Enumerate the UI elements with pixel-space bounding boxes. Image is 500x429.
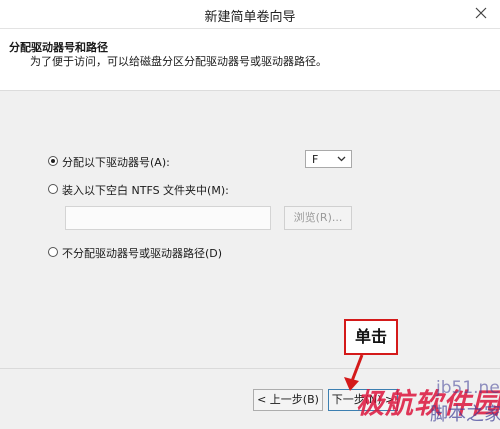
footer-divider	[0, 368, 500, 369]
mount-folder-label[interactable]: 装入以下空白 NTFS 文件夹中(M):	[62, 182, 229, 198]
title-bar: 新建简单卷向导	[0, 0, 500, 29]
page-subtitle: 为了便于访问，可以给磁盘分区分配驱动器号或驱动器路径。	[30, 55, 327, 68]
watermark-domain: jb51.net	[436, 378, 500, 398]
folder-path-input[interactable]	[65, 206, 271, 230]
wizard-header: 分配驱动器号和路径 为了便于访问，可以给磁盘分区分配驱动器号或驱动器路径。	[0, 29, 500, 91]
drive-letter-value: F	[312, 153, 319, 166]
assign-letter-radio[interactable]	[48, 156, 58, 166]
back-button[interactable]: < 上一步(B)	[253, 389, 323, 411]
browse-button[interactable]: 浏览(R)...	[284, 206, 352, 230]
watermark-brand: 脚本之家	[430, 404, 500, 425]
chevron-down-icon	[337, 156, 346, 162]
assign-letter-label[interactable]: 分配以下驱动器号(A):	[62, 154, 170, 170]
mount-folder-radio[interactable]	[48, 184, 58, 194]
close-icon	[475, 7, 487, 19]
click-callout: 单击	[344, 319, 398, 355]
no-assign-radio[interactable]	[48, 247, 58, 257]
close-button[interactable]	[468, 3, 494, 23]
drive-letter-select[interactable]: F	[305, 150, 352, 168]
no-assign-label[interactable]: 不分配驱动器号或驱动器路径(D)	[62, 245, 222, 261]
window-title: 新建简单卷向导	[204, 10, 296, 25]
